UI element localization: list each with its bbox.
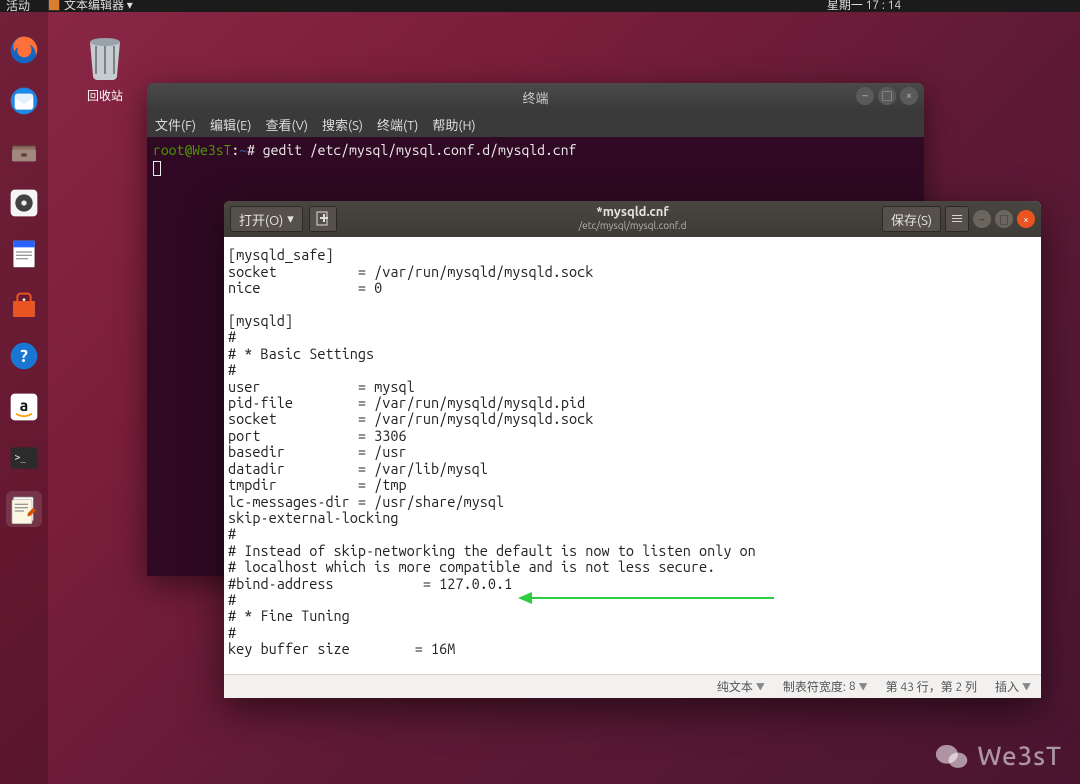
watermark: We3sT xyxy=(935,741,1062,770)
chevron-down-icon: ▼ xyxy=(859,680,868,693)
text-editor-icon xyxy=(48,0,60,11)
gedit-close-button[interactable]: × xyxy=(1017,210,1035,228)
chevron-down-icon: ▾ xyxy=(287,212,294,227)
hamburger-icon: ≡ xyxy=(950,209,964,229)
terminal-maximize-button[interactable]: □ xyxy=(878,87,896,105)
status-syntax-selector[interactable]: 纯文本 ▼ xyxy=(717,678,765,695)
gedit-maximize-button[interactable]: □ xyxy=(995,210,1013,228)
prompt-user: root@We3sT xyxy=(153,142,231,158)
dock-firefox[interactable] xyxy=(6,32,42,68)
chevron-down-icon: ▼ xyxy=(756,680,765,693)
status-insert-mode[interactable]: 插入 ▼ xyxy=(995,678,1031,695)
terminal-cursor xyxy=(153,161,161,176)
dock-terminal[interactable]: >_ xyxy=(6,440,42,476)
svg-text:a: a xyxy=(20,397,29,415)
gedit-statusbar: 纯文本 ▼ 制表符宽度: 8 ▼ 第 43 行，第 2 列 插入 ▼ xyxy=(224,674,1041,698)
chevron-down-icon: ▼ xyxy=(1022,680,1031,693)
wechat-icon xyxy=(935,742,969,770)
open-button[interactable]: 打开(O) ▾ xyxy=(230,206,303,232)
new-document-button[interactable] xyxy=(309,206,337,232)
terminal-titlebar[interactable]: 终端 – □ × xyxy=(147,83,924,111)
terminal-title: 终端 xyxy=(522,88,548,107)
dock-libreoffice-writer[interactable] xyxy=(6,236,42,272)
terminal-minimize-button[interactable]: – xyxy=(856,87,874,105)
terminal-command: gedit /etc/mysql/mysql.conf.d/mysqld.cnf xyxy=(263,142,577,158)
top-panel: 活动 文本编辑器 ▾ 星期一 17 : 14 xyxy=(0,0,1080,12)
dock-gedit[interactable] xyxy=(6,491,42,527)
file-name: *mysqld.cnf xyxy=(579,205,687,219)
menu-edit[interactable]: 编辑(E) xyxy=(210,115,251,134)
menu-file[interactable]: 文件(F) xyxy=(155,115,196,134)
trash-label: 回收站 xyxy=(84,87,126,104)
menu-search[interactable]: 搜索(S) xyxy=(322,115,363,134)
menu-view[interactable]: 查看(V) xyxy=(266,115,308,134)
gedit-headerbar[interactable]: 打开(O) ▾ *mysqld.cnf /etc/mysql/mysql.con… xyxy=(224,201,1041,237)
dock: ? a >_ xyxy=(0,12,48,784)
gedit-window: 打开(O) ▾ *mysqld.cnf /etc/mysql/mysql.con… xyxy=(224,201,1041,698)
gedit-title: *mysqld.cnf /etc/mysql/mysql.conf.d xyxy=(579,205,687,233)
dock-software-center[interactable] xyxy=(6,287,42,323)
desktop-trash[interactable]: 回收站 xyxy=(84,32,126,104)
status-cursor-position: 第 43 行，第 2 列 xyxy=(886,678,977,695)
terminal-body[interactable]: root@We3sT:~# gedit /etc/mysql/mysql.con… xyxy=(147,137,924,181)
gedit-text-area[interactable]: [mysqld_safe] socket = /var/run/mysqld/m… xyxy=(224,237,1041,674)
watermark-text: We3sT xyxy=(977,741,1062,770)
terminal-menubar: 文件(F) 编辑(E) 查看(V) 搜索(S) 终端(T) 帮助(H) xyxy=(147,111,924,137)
svg-text:>_: >_ xyxy=(15,453,27,464)
dock-files[interactable] xyxy=(6,134,42,170)
gedit-minimize-button[interactable]: – xyxy=(973,210,991,228)
svg-text:?: ? xyxy=(20,347,28,366)
terminal-close-button[interactable]: × xyxy=(900,87,918,105)
top-app-menu[interactable]: 文本编辑器 ▾ xyxy=(48,0,133,13)
prompt-path: ~ xyxy=(239,142,247,158)
hamburger-menu-button[interactable]: ≡ xyxy=(945,206,969,232)
status-tab-width-selector[interactable]: 制表符宽度: 8 ▼ xyxy=(783,678,868,695)
save-button-label: 保存(S) xyxy=(891,210,932,229)
menu-help[interactable]: 帮助(H) xyxy=(432,115,475,134)
top-clock[interactable]: 星期一 17 : 14 xyxy=(827,0,901,13)
trash-icon xyxy=(84,32,126,80)
file-path: /etc/mysql/mysql.conf.d xyxy=(579,219,687,233)
dock-help[interactable]: ? xyxy=(6,338,42,374)
save-button[interactable]: 保存(S) xyxy=(882,206,941,232)
dock-rhythmbox[interactable] xyxy=(6,185,42,221)
open-button-label: 打开(O) xyxy=(239,210,283,229)
new-tab-icon xyxy=(315,211,331,227)
dock-thunderbird[interactable] xyxy=(6,83,42,119)
dock-amazon[interactable]: a xyxy=(6,389,42,425)
top-app-label: 文本编辑器 ▾ xyxy=(64,0,133,13)
menu-terminal[interactable]: 终端(T) xyxy=(377,115,418,134)
